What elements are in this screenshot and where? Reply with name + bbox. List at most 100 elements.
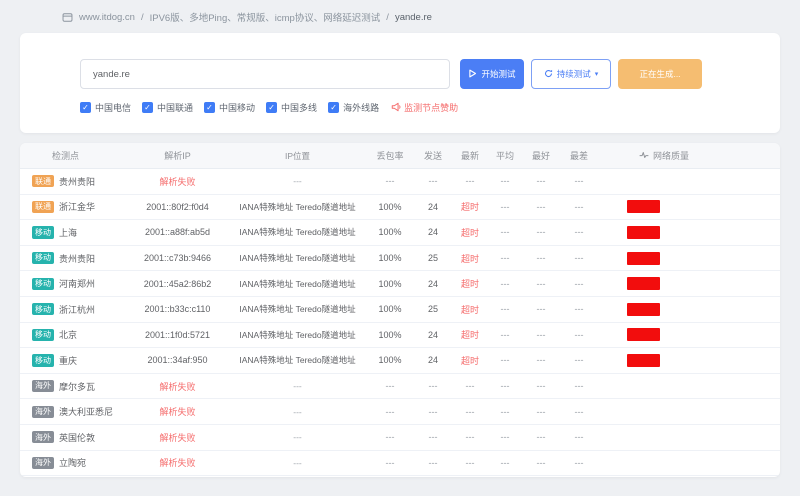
resolved-ip-cell: 解析失败 [125, 399, 230, 424]
column-header-6: 最新 [451, 143, 489, 168]
detect-point-cell: 联通浙江金华 [20, 195, 125, 220]
operator-badge: 海外 [32, 431, 54, 443]
filter-checkbox-海外线路[interactable]: ✓海外线路 [328, 101, 379, 114]
filter-checkbox-中国电信[interactable]: ✓中国电信 [80, 101, 131, 114]
avg-cell: --- [489, 271, 521, 296]
operator-badge: 移动 [32, 278, 54, 290]
resolved-ip-cell: 2001::c73b:9466 [125, 246, 230, 271]
network-quality-cell [597, 323, 780, 348]
generating-label: 正在生成... [639, 68, 680, 80]
detect-point-cell: 移动上海 [20, 220, 125, 245]
quality-bar [627, 252, 660, 265]
avg-cell: --- [489, 399, 521, 424]
resolved-ip-cell: 2001::a88f:ab5d [125, 220, 230, 245]
sent-cell: --- [415, 399, 451, 424]
detect-point-cell: 移动重庆 [20, 348, 125, 373]
filter-checkbox-中国移动[interactable]: ✓中国移动 [204, 101, 255, 114]
column-header-label: 解析IP [164, 149, 191, 162]
detect-point-cell: 海外摩尔多瓦 [20, 374, 125, 399]
best-cell: --- [521, 169, 561, 194]
column-header-label: 检测点 [52, 149, 79, 162]
table-row: 移动浙江杭州2001::b33c:c110IANA特殊地址 Teredo隧道地址… [20, 297, 780, 323]
quality-bar [627, 277, 660, 290]
column-header-9: 最差 [561, 143, 597, 168]
detect-point-cell: 海外立陶宛 [20, 451, 125, 476]
sponsor-link[interactable]: 监测节点赞助 [391, 101, 458, 114]
breadcrumb-path[interactable]: IPV6版、多地Ping、常规版、icmp协议、网络延迟测试 [150, 10, 381, 24]
best-cell: --- [521, 374, 561, 399]
column-header-5: 发送 [415, 143, 451, 168]
column-header-label: IP位置 [285, 150, 310, 162]
sent-cell: --- [415, 451, 451, 476]
start-test-button[interactable]: 开始测试 [460, 59, 524, 89]
best-cell: --- [521, 220, 561, 245]
ip-location-cell: --- [230, 399, 365, 424]
location-label: 摩尔多瓦 [59, 380, 95, 393]
best-cell: --- [521, 246, 561, 271]
latest-cell: --- [451, 425, 489, 450]
loss-rate-cell: 100% [365, 220, 415, 245]
breadcrumb-separator: / [386, 12, 389, 23]
network-quality-cell [597, 425, 780, 450]
ip-location-cell: IANA特殊地址 Teredo隧道地址 [230, 348, 365, 373]
sent-cell: 24 [415, 220, 451, 245]
sent-cell: 24 [415, 323, 451, 348]
ip-location-cell: IANA特殊地址 Teredo隧道地址 [230, 195, 365, 220]
network-quality-cell [597, 374, 780, 399]
avg-cell: --- [489, 297, 521, 322]
column-header-8: 最好 [521, 143, 561, 168]
location-label: 上海 [59, 226, 77, 239]
latest-cell: 超时 [451, 323, 489, 348]
location-label: 重庆 [59, 354, 77, 367]
column-header-label: 最差 [570, 149, 588, 162]
best-cell: --- [521, 271, 561, 296]
checkbox-checked-icon: ✓ [80, 102, 91, 113]
column-header-4: 丢包率 [365, 143, 415, 168]
megaphone-icon [391, 102, 401, 114]
checkbox-checked-icon: ✓ [266, 102, 277, 113]
worst-cell: --- [561, 195, 597, 220]
resolved-ip-cell: 2001::34af:950 [125, 348, 230, 373]
latest-cell: --- [451, 374, 489, 399]
worst-cell: --- [561, 374, 597, 399]
column-header-label: 最好 [532, 149, 550, 162]
sent-cell: --- [415, 425, 451, 450]
table-row: 海外立陶宛解析失败--------------------- [20, 451, 780, 477]
filter-checkbox-中国联通[interactable]: ✓中国联通 [142, 101, 193, 114]
continuous-test-label: 持续测试 [557, 68, 591, 80]
network-quality-cell [597, 220, 780, 245]
checkbox-checked-icon: ✓ [328, 102, 339, 113]
column-header-1: 检测点 [20, 143, 125, 168]
loss-rate-cell: 100% [365, 246, 415, 271]
continuous-test-button[interactable]: 持续测试 ▾ [531, 59, 611, 89]
column-header-7: 平均 [489, 143, 521, 168]
location-label: 河南郑州 [59, 277, 95, 290]
table-row: 联通浙江金华2001::80f2:f0d4IANA特殊地址 Teredo隧道地址… [20, 195, 780, 221]
breadcrumb-site[interactable]: www.itdog.cn [79, 12, 135, 23]
network-quality-cell [597, 399, 780, 424]
loss-rate-cell: 100% [365, 323, 415, 348]
refresh-icon [544, 69, 553, 80]
ip-location-cell: --- [230, 451, 365, 476]
operator-badge: 移动 [32, 329, 54, 341]
host-input[interactable] [80, 59, 450, 89]
sent-cell: 25 [415, 246, 451, 271]
filter-checkbox-中国多线[interactable]: ✓中国多线 [266, 101, 317, 114]
column-header-label: 丢包率 [376, 149, 403, 162]
table-row: 联通贵州贵阳解析失败--------------------- [20, 169, 780, 195]
ip-location-cell: --- [230, 169, 365, 194]
table-row: 海外英国伦敦解析失败--------------------- [20, 425, 780, 451]
generating-button[interactable]: 正在生成... [618, 59, 702, 89]
latest-cell: --- [451, 169, 489, 194]
results-table-card: 检测点 解析IP IP位置 丢包率发送最新平均最好 最差网络质量 联通贵州贵阳解析失败-… [20, 143, 780, 477]
network-quality-cell [597, 195, 780, 220]
location-label: 浙江杭州 [59, 303, 95, 316]
resolved-ip-cell: 2001::45a2:86b2 [125, 271, 230, 296]
column-header-2: 解析IP [125, 143, 230, 168]
latest-cell: 超时 [451, 297, 489, 322]
loss-rate-cell: 100% [365, 348, 415, 373]
column-header-10: 网络质量 [597, 143, 780, 168]
worst-cell: --- [561, 169, 597, 194]
avg-cell: --- [489, 195, 521, 220]
table-row: 移动上海2001::a88f:ab5dIANA特殊地址 Teredo隧道地址10… [20, 220, 780, 246]
